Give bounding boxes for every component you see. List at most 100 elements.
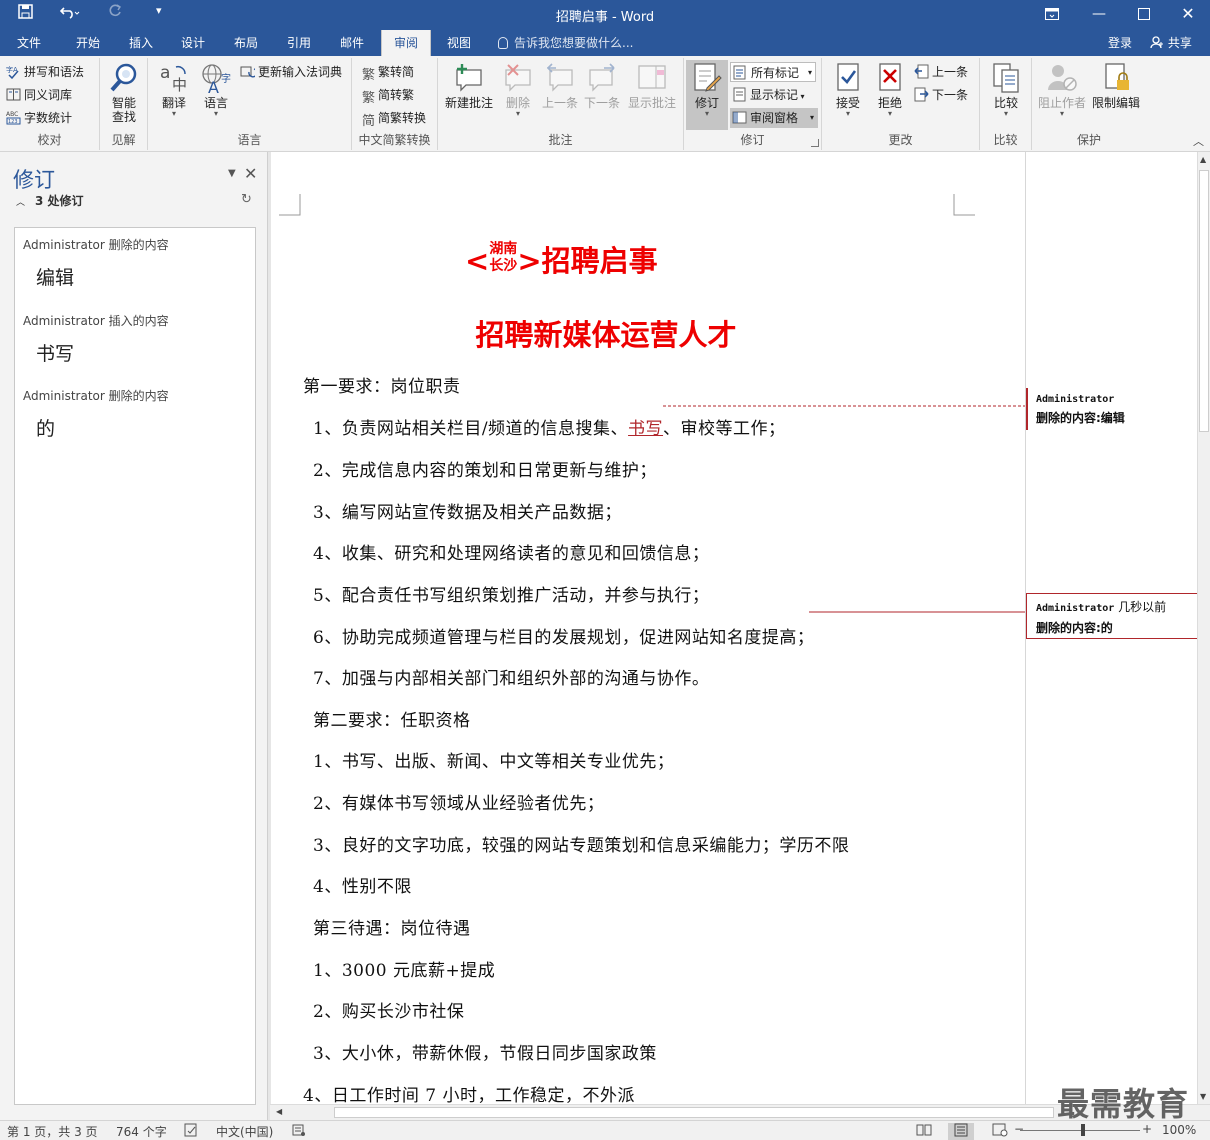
tab-file[interactable]: 文件 xyxy=(6,30,52,56)
pane-close-icon[interactable]: ✕ xyxy=(244,164,257,183)
print-layout-icon[interactable] xyxy=(948,1123,974,1140)
vertical-scrollbar[interactable]: ▲ ▼ xyxy=(1197,152,1210,1104)
page-indicator[interactable]: 第 1 页，共 3 页 xyxy=(7,1123,98,1140)
delete-comment-label: 删除 xyxy=(505,96,530,110)
tab-review[interactable]: 审阅 xyxy=(381,30,431,56)
tracking-dialog-launcher-icon[interactable] xyxy=(811,139,819,147)
track-changes-button[interactable]: 修订 ▾ xyxy=(686,60,728,130)
document-page[interactable]: <湖南 长沙>招聘启事 招聘新媒体运营人才 第一要求：岗位职责 1、负责网站相关栏… xyxy=(271,152,1025,1104)
zoom-out-icon[interactable]: − xyxy=(1014,1122,1024,1136)
tab-mailings[interactable]: 邮件 xyxy=(329,30,375,56)
refresh-icon[interactable]: ↻ xyxy=(241,192,252,207)
previous-comment-button[interactable]: 上一条 xyxy=(540,60,580,130)
next-comment-button[interactable]: 下一条 xyxy=(582,60,622,130)
magnifier-icon xyxy=(108,62,140,94)
crop-mark-right xyxy=(953,194,975,216)
sign-in-link[interactable]: 登录 xyxy=(1108,30,1132,56)
lock-document-icon xyxy=(1100,62,1132,94)
read-mode-icon[interactable] xyxy=(916,1123,932,1140)
macro-record-icon[interactable] xyxy=(292,1123,306,1140)
delete-comment-button[interactable]: 删除 ▾ xyxy=(498,60,538,130)
tab-design[interactable]: 设计 xyxy=(170,30,216,56)
show-markup-button[interactable]: 显示标记 ▾ xyxy=(732,85,805,105)
tab-view[interactable]: 视图 xyxy=(436,30,482,56)
markup-display-select[interactable]: 所有标记 ▾ xyxy=(730,62,816,82)
doc-line: 第二要求：任职资格 xyxy=(313,711,471,731)
tab-references[interactable]: 引用 xyxy=(276,30,322,56)
previous-change-button[interactable]: 上一条 xyxy=(914,62,968,82)
markup-area: Administrator 删除的内容:编辑 Administrator 几秒以… xyxy=(1025,152,1197,1104)
simplified-to-traditional-button[interactable]: 繁简转繁 xyxy=(362,85,414,106)
traditional-to-simplified-button[interactable]: 繁繁转简 xyxy=(362,62,414,83)
tab-insert[interactable]: 插入 xyxy=(118,30,164,56)
share-button[interactable]: 共享 xyxy=(1150,30,1192,56)
maximize-icon[interactable] xyxy=(1122,0,1166,30)
doc-line: 7、加强与内部相关部门和组织外部的沟通与协作。 xyxy=(313,669,710,689)
crop-mark-left xyxy=(279,194,301,216)
spelling-label: 拼写和语法 xyxy=(24,65,85,79)
redo-icon[interactable] xyxy=(108,4,123,23)
convert-label: 简繁转换 xyxy=(378,111,427,125)
next-comment-icon xyxy=(586,62,618,94)
zoom-level[interactable]: 100% xyxy=(1162,1123,1196,1137)
chinese-conversion-button[interactable]: 简简繁转换 xyxy=(362,108,427,129)
revision-balloon[interactable]: Administrator 几秒以前 删除的内容:的 xyxy=(1026,593,1197,639)
next-change-button[interactable]: 下一条 xyxy=(914,85,968,105)
language-indicator[interactable]: 中文(中国) xyxy=(216,1123,273,1140)
revision-item[interactable]: Administrator 删除的内容 的 xyxy=(23,387,169,441)
tab-layout[interactable]: 布局 xyxy=(223,30,269,56)
reviewing-pane-button[interactable]: 审阅窗格 ▾ xyxy=(730,108,818,128)
window-title: 招聘启事 - Word xyxy=(555,10,655,25)
zoom-slider-thumb[interactable] xyxy=(1081,1124,1085,1136)
reject-button[interactable]: 拒绝 ▾ xyxy=(870,60,910,130)
web-layout-icon[interactable] xyxy=(992,1123,1008,1140)
new-comment-button[interactable]: 新建批注 xyxy=(444,60,494,130)
update-ime-dictionary-button[interactable]: 更新输入法词典 xyxy=(240,62,342,82)
doc-line-part: 、审校等工作； xyxy=(663,419,786,439)
smart-lookup-button[interactable]: 智能 查找 xyxy=(104,60,144,130)
save-icon[interactable] xyxy=(18,4,33,23)
proofing-status-icon[interactable] xyxy=(184,1123,200,1140)
revision-balloon[interactable]: Administrator 删除的内容:编辑 xyxy=(1026,388,1197,430)
collapse-ribbon-icon[interactable]: ︿ xyxy=(1193,133,1204,149)
translate-label: 翻译 xyxy=(161,96,186,110)
customize-qat-icon[interactable]: ▾ xyxy=(156,4,162,17)
scroll-down-icon[interactable]: ▼ xyxy=(1200,1092,1206,1101)
revision-item[interactable]: Administrator 插入的内容 书写 xyxy=(23,312,169,366)
block-authors-button[interactable]: 阻止作者 ▾ xyxy=(1038,60,1086,130)
pane-options-icon[interactable]: ▼ xyxy=(228,168,236,179)
compare-label: 比较 xyxy=(993,96,1018,110)
restrict-editing-button[interactable]: 限制编辑 xyxy=(1090,60,1142,130)
show-comments-button[interactable]: 显示批注 xyxy=(626,60,678,130)
language-dropdown-icon: ▾ xyxy=(213,109,218,118)
tell-me-box[interactable]: 告诉我您想要做什么... xyxy=(498,30,633,56)
zoom-slider[interactable] xyxy=(1020,1130,1140,1131)
previous-change-label: 上一条 xyxy=(932,65,969,79)
scroll-left-icon[interactable]: ◀ xyxy=(276,1107,282,1116)
document-area[interactable]: <湖南 长沙>招聘启事 招聘新媒体运营人才 第一要求：岗位职责 1、负责网站相关栏… xyxy=(269,152,1197,1104)
close-icon[interactable]: ✕ xyxy=(1166,0,1210,30)
horizontal-scroll-thumb[interactable] xyxy=(334,1107,1054,1118)
word-count-indicator[interactable]: 764 个字 xyxy=(116,1123,167,1140)
ribbon-display-options-icon[interactable] xyxy=(1030,0,1074,30)
accept-button[interactable]: 接受 ▾ xyxy=(828,60,868,130)
svg-text:中: 中 xyxy=(172,76,187,94)
balloon-text: 删除的内容:的 xyxy=(1036,621,1113,635)
group-proofing: 字A 拼写和语法 同义词库 ABC 123 字数统计 校对 xyxy=(0,58,100,150)
language-button[interactable]: A字 语言 ▾ xyxy=(196,60,236,130)
word-count-button[interactable]: ABC 123 字数统计 xyxy=(6,108,72,128)
compare-button[interactable]: 比较 ▾ xyxy=(986,60,1026,130)
scroll-up-icon[interactable]: ▲ xyxy=(1200,155,1206,164)
undo-icon[interactable] xyxy=(59,4,80,23)
doc-line: 6、协助完成频道管理与栏目的发展规划，促进网站知名度提高； xyxy=(313,628,815,648)
vertical-scroll-thumb[interactable] xyxy=(1199,170,1209,432)
doc-line: 3、编写网站宣传数据及相关产品数据； xyxy=(313,503,622,523)
compare-icon xyxy=(990,62,1022,94)
thesaurus-button[interactable]: 同义词库 xyxy=(6,85,72,105)
spelling-grammar-button[interactable]: 字A 拼写和语法 xyxy=(6,62,84,82)
collapse-summary-icon[interactable]: ︿ xyxy=(16,198,25,208)
translate-button[interactable]: a中 翻译 ▾ xyxy=(154,60,194,130)
minimize-icon[interactable]: — xyxy=(1077,0,1121,30)
tab-home[interactable]: 开始 xyxy=(64,30,112,56)
revision-item[interactable]: Administrator 删除的内容 编辑 xyxy=(23,236,169,290)
